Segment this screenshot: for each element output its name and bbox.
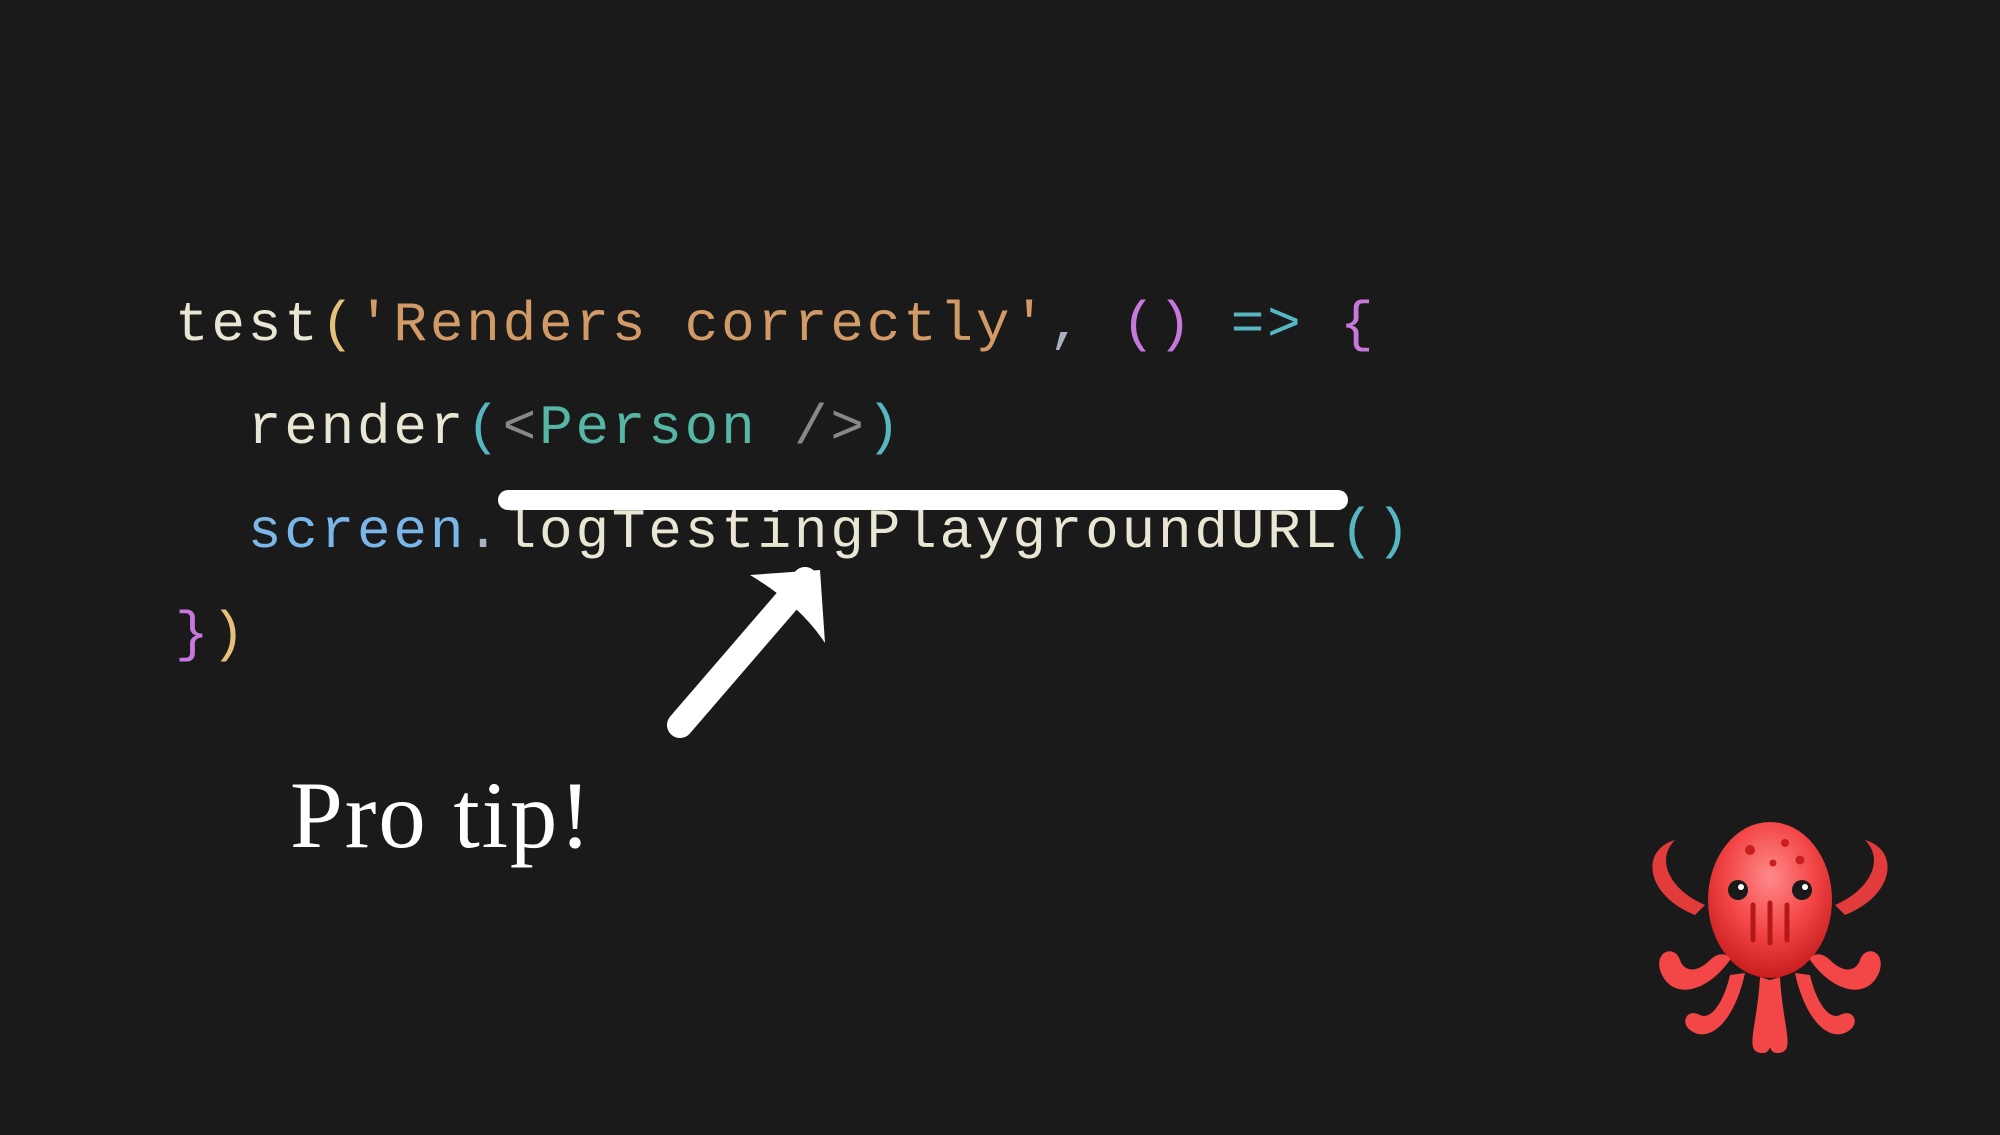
jsx-slash: /	[794, 396, 830, 460]
dot: .	[466, 500, 502, 564]
code-tip-slide: test('Renders correctly', () => { render…	[0, 0, 2000, 1135]
brace-close: }	[175, 603, 211, 667]
paren-close: )	[1376, 500, 1412, 564]
arrow-icon	[630, 565, 850, 745]
jsx-component: Person	[539, 396, 757, 460]
jsx-lt: <	[503, 396, 539, 460]
paren-open: (	[1340, 500, 1376, 564]
space	[1085, 293, 1121, 357]
string-literal: 'Renders correctly'	[357, 293, 1049, 357]
paren-close: )	[867, 396, 903, 460]
annotation-protip: Pro tip!	[290, 760, 593, 870]
space	[758, 396, 794, 460]
paren-open: (	[321, 293, 357, 357]
arg-paren-open: (	[1122, 293, 1158, 357]
comma: ,	[1049, 293, 1085, 357]
indent	[175, 396, 248, 460]
obj-screen: screen	[248, 500, 466, 564]
paren-open: (	[466, 396, 502, 460]
fn-render: render	[248, 396, 466, 460]
octopus-icon	[1635, 795, 1905, 1065]
jsx-gt: >	[830, 396, 866, 460]
arrow: =>	[1194, 293, 1340, 357]
paren-close: )	[211, 603, 247, 667]
arg-paren-close: )	[1158, 293, 1194, 357]
brace-open: {	[1340, 293, 1376, 357]
highlight-underline	[498, 490, 1348, 510]
indent	[175, 500, 248, 564]
fn-test: test	[175, 293, 321, 357]
